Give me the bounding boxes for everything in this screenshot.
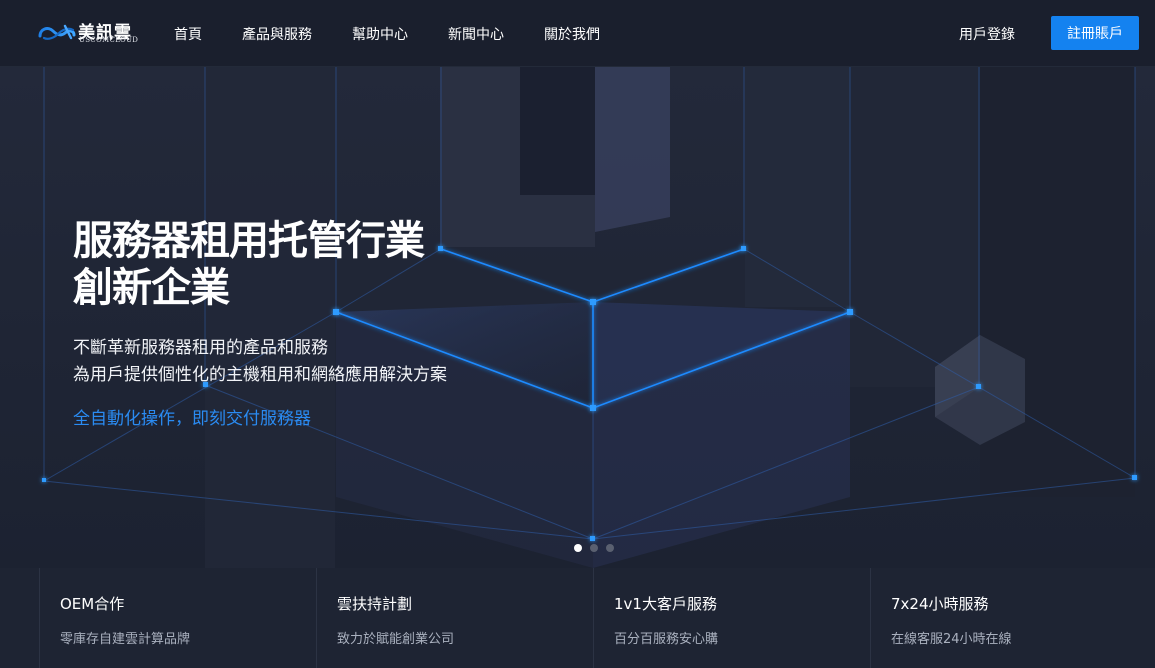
feature-card-oem[interactable]: OEM合作 零庫存自建雲計算品牌 <box>39 568 317 668</box>
feature-card-vip-service[interactable]: 1v1大客戶服務 百分百服務安心購 <box>593 568 871 668</box>
hero-title-line-2: 創新企業 <box>73 265 230 311</box>
nav-item-about-us[interactable]: 關於我們 <box>544 24 600 44</box>
nav-item-help-center[interactable]: 幫助中心 <box>352 24 408 44</box>
hero-background-illustration <box>42 67 1137 568</box>
feature-description: 在線客服24小時在線 <box>891 632 1012 647</box>
carousel-indicator <box>574 544 622 552</box>
feature-card-cloud-support[interactable]: 雲扶持計劃 致力於賦能創業公司 <box>316 568 594 668</box>
brand-logo[interactable]: 美訊雲 USCOMCLOUD <box>38 19 142 47</box>
nav-item-news-center[interactable]: 新聞中心 <box>448 24 504 44</box>
feature-title: 1v1大客戶服務 <box>614 595 717 613</box>
carousel-dot-3[interactable] <box>606 544 614 552</box>
feature-description: 百分百服務安心購 <box>614 632 719 647</box>
top-navigation-bar: 美訊雲 USCOMCLOUD 首頁 產品與服務 幫助中心 新聞中心 關於我們 用… <box>0 0 1155 67</box>
feature-title: OEM合作 <box>60 595 125 613</box>
login-link[interactable]: 用戶登錄 <box>959 24 1015 44</box>
hero-banner: 服務器租用托管行業 創新企業 不斷革新服務器租用的產品和服務 為用戶提供個性化的… <box>0 67 1155 568</box>
feature-strip: OEM合作 零庫存自建雲計算品牌 雲扶持計劃 致力於賦能創業公司 1v1大客戶服… <box>0 568 1155 668</box>
hero-title: 服務器租用托管行業 創新企業 <box>73 218 425 312</box>
carousel-dot-2[interactable] <box>590 544 598 552</box>
cloud-logo-icon <box>38 24 76 40</box>
feature-description: 零庫存自建雲計算品牌 <box>60 632 191 647</box>
main-nav: 首頁 產品與服務 幫助中心 新聞中心 關於我們 <box>174 0 640 67</box>
hero-subtitle-line-2: 為用戶提供個性化的主機租用和網絡應用解決方案 <box>73 365 447 385</box>
nav-item-products[interactable]: 產品與服務 <box>242 24 312 44</box>
carousel-dot-1[interactable] <box>574 544 582 552</box>
feature-card-24h-service[interactable]: 7x24小時服務 在線客服24小時在線 <box>870 568 1148 668</box>
hero-title-line-1: 服務器租用托管行業 <box>73 218 425 264</box>
nav-item-home[interactable]: 首頁 <box>174 24 202 44</box>
hero-subtitle: 不斷革新服務器租用的產品和服務 為用戶提供個性化的主機租用和網絡應用解決方案 <box>73 335 447 389</box>
register-button[interactable]: 註冊賬戶 <box>1051 16 1139 50</box>
hero-subtitle-line-1: 不斷革新服務器租用的產品和服務 <box>73 338 328 358</box>
feature-description: 致力於賦能創業公司 <box>337 632 455 647</box>
feature-title: 雲扶持計劃 <box>337 595 413 613</box>
feature-title: 7x24小時服務 <box>891 595 989 613</box>
hero-highlight-text: 全自動化操作，即刻交付服務器 <box>73 409 311 429</box>
brand-name-en: USCOMCLOUD <box>79 36 139 44</box>
